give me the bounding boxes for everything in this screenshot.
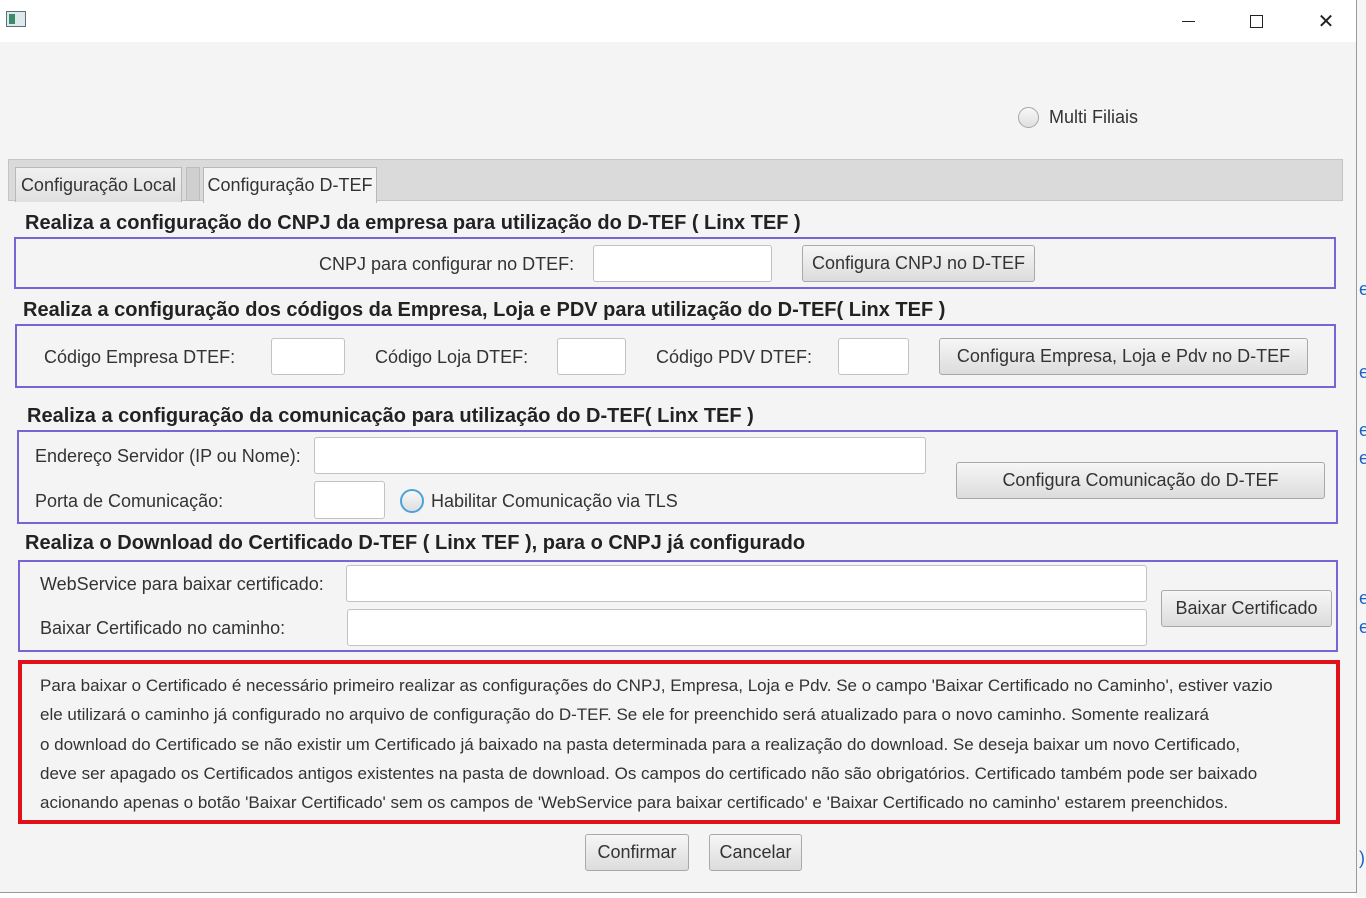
cnpj-label: CNPJ para configurar no DTEF: — [319, 254, 575, 274]
minimize-button[interactable] — [1165, 0, 1211, 42]
port-input[interactable] — [314, 481, 385, 519]
cnpj-input[interactable] — [593, 245, 772, 282]
section-cert-title: Realiza o Download do Certificado D-TEF … — [25, 532, 806, 554]
background-text: e — [1359, 448, 1366, 468]
minimize-icon — [1181, 20, 1195, 22]
configura-empresa-loja-pdv-button[interactable]: Configura Empresa, Loja e Pdv no D-TEF — [939, 338, 1308, 375]
webservice-input[interactable] — [346, 565, 1147, 602]
empresa-label: Código Empresa DTEF: — [44, 347, 236, 367]
background-text: e — [1359, 420, 1366, 440]
pdv-input[interactable] — [838, 338, 909, 375]
dialog-window: ✕ Multi Filiais Configuração Local Confi… — [0, 0, 1357, 893]
configura-comunicacao-button[interactable]: Configura Comunicação do D-TEF — [956, 462, 1325, 499]
tab-configuracao-local[interactable]: Configuração Local — [15, 167, 182, 202]
multi-filiais-radio[interactable] — [1018, 107, 1039, 128]
background-text: e — [1359, 279, 1366, 299]
port-label: Porta de Comunicação: — [35, 491, 224, 511]
webservice-label: WebService para baixar certificado: — [40, 574, 324, 594]
info-text: Para baixar o Certificado é necessário p… — [40, 671, 1273, 817]
baixar-certificado-button[interactable]: Baixar Certificado — [1161, 590, 1332, 627]
background-text: e — [1359, 617, 1366, 637]
info-line: ele utilizará o caminho já configurado n… — [40, 705, 1209, 725]
server-label: Endereço Servidor (IP ou Nome): — [35, 446, 301, 466]
tls-label: Habilitar Comunicação via TLS — [431, 491, 678, 511]
multi-filiais-label: Multi Filiais — [1049, 107, 1139, 127]
info-line: o download do Certificado se não existir… — [40, 734, 1241, 754]
maximize-button[interactable] — [1233, 0, 1279, 42]
loja-label: Código Loja DTEF: — [375, 347, 529, 367]
title-bar: ✕ — [0, 0, 1356, 42]
section-codes-title: Realiza a configuração dos códigos da Em… — [23, 299, 946, 321]
info-line: Para baixar o Certificado é necessário p… — [40, 676, 1273, 695]
tls-radio[interactable] — [400, 489, 424, 513]
confirm-button[interactable]: Confirmar — [585, 834, 689, 871]
info-line: acionando apenas o botão 'Baixar Certifi… — [40, 793, 1229, 813]
path-label: Baixar Certificado no caminho: — [40, 618, 286, 638]
background-text: e — [1359, 588, 1366, 608]
tab-separator — [186, 167, 200, 201]
section-cnpj-title: Realiza a configuração do CNPJ da empres… — [25, 212, 801, 234]
pdv-label: Código PDV DTEF: — [656, 347, 813, 367]
section-comm-title: Realiza a configuração da comunicação pa… — [27, 405, 754, 427]
configura-cnpj-button[interactable]: Configura CNPJ no D-TEF — [802, 245, 1035, 282]
background-text: e — [1359, 362, 1366, 382]
tab-configuracao-dtef[interactable]: Configuração D-TEF — [203, 167, 377, 203]
info-line: deve ser apagado os Certificados antigos… — [40, 763, 1258, 783]
empresa-input[interactable] — [271, 338, 345, 375]
close-button[interactable]: ✕ — [1303, 0, 1349, 42]
close-icon: ✕ — [1317, 10, 1335, 33]
maximize-icon — [1249, 14, 1263, 28]
path-input[interactable] — [347, 609, 1147, 646]
server-input[interactable] — [314, 437, 926, 474]
background-text: ), — [1359, 848, 1366, 868]
app-icon — [6, 11, 26, 27]
cancel-button[interactable]: Cancelar — [709, 834, 802, 871]
loja-input[interactable] — [557, 338, 626, 375]
